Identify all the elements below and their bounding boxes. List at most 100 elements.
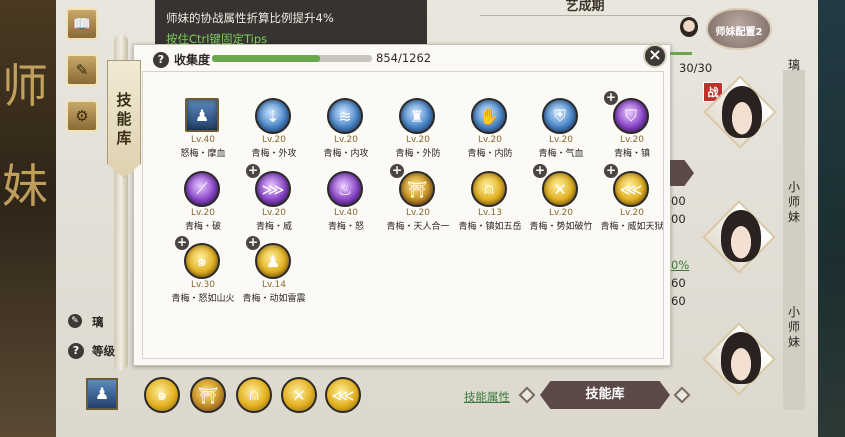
stat-fragment-c: 0% — [671, 258, 690, 272]
companion-count: 30/30 — [679, 61, 713, 75]
level-help-icon[interactable]: ? — [68, 343, 84, 359]
mini-avatar — [680, 17, 698, 37]
claw-gold-icon: ⋘ — [613, 171, 649, 207]
skill-name: 青梅・威如天狱 — [600, 222, 664, 232]
equipped-skill-slot[interactable]: ⍝ — [236, 377, 272, 413]
skill-slot[interactable]: ⋘ Lv.20 青梅・威如天狱 + — [594, 164, 670, 233]
companion-portrait-2 — [721, 332, 761, 384]
shield-icon: ⛉ — [613, 98, 649, 134]
companion-portrait-1 — [721, 210, 761, 262]
spears-icon: ✕ — [542, 171, 578, 207]
equipped-skill-slot[interactable]: ✕ — [281, 377, 317, 413]
spears-icon: ✕ — [292, 385, 306, 405]
skill-menu-button[interactable]: ✎ — [66, 54, 98, 86]
calligraphy-char-2: 妹 — [2, 159, 48, 213]
upgrade-plus-icon[interactable]: + — [246, 236, 260, 250]
close-button[interactable]: × — [643, 44, 667, 68]
skill-slot[interactable]: ⍝ Lv.13 青梅・镇如五岳 — [452, 171, 528, 232]
skill-slot[interactable]: ⛉ Lv.20 青梅・镇 + — [594, 91, 670, 159]
skill-slot[interactable]: ⟋ Lv.20 青梅・破 — [165, 171, 241, 232]
skill-name: 青梅・镇 — [613, 149, 650, 159]
gate-icon: ⛩ — [197, 385, 219, 405]
upgrade-plus-icon[interactable]: + — [604, 164, 618, 178]
wave-icon: ≋ — [327, 98, 363, 134]
skill-level: Lv.20 — [549, 135, 573, 145]
skill-level: Lv.13 — [478, 208, 502, 218]
skill-level: Lv.20 — [262, 135, 286, 145]
collection-value: 854/1262 — [376, 51, 432, 65]
claw-gold-icon: ⋘ — [331, 385, 355, 405]
collection-progress-fill — [212, 55, 321, 62]
companion-name-2: 小师妹 — [787, 305, 800, 349]
skill-slot[interactable]: ♜ Lv.20 青梅・外防 — [380, 98, 456, 159]
left-calligraphy-art: 师 妹 — [0, 0, 56, 437]
gate-icon: ⛩ — [399, 171, 435, 207]
skill-slot[interactable]: ♟ Lv.14 青梅・动如雷震 + — [236, 236, 312, 305]
collection-help-icon[interactable]: ? — [153, 52, 169, 68]
upgrade-plus-icon[interactable]: + — [175, 236, 189, 250]
skill-slot[interactable]: ✕ Lv.20 青梅・势如破竹 + — [523, 164, 599, 233]
upgrade-plus-icon[interactable]: + — [246, 164, 260, 178]
portrait-skill-icon: ♟ — [185, 98, 219, 132]
upgrade-plus-icon[interactable]: + — [390, 164, 404, 178]
skill-level: Lv.20 — [549, 208, 573, 218]
companion-portrait-active — [722, 86, 762, 138]
skill-slot[interactable]: ✋ Lv.20 青梅・内防 — [452, 98, 528, 159]
portrait-skill-icon: ♟ — [94, 384, 110, 403]
skill-library-button[interactable]: 技能库 — [540, 381, 670, 409]
fire-swirl-icon: ๑ — [184, 243, 220, 279]
skill-slot[interactable]: ⋙ Lv.20 青梅・威 + — [236, 164, 312, 232]
stage-title: 艺成期 — [480, 0, 690, 16]
skill-slot[interactable]: ♨ Lv.40 青梅・怒 — [308, 171, 384, 232]
fire-swirl-icon: ๑ — [156, 384, 168, 404]
hand-icon: ✋ — [471, 98, 507, 134]
skill-level: Lv.20 — [191, 208, 215, 218]
active-companion-name: 璃 — [787, 58, 800, 72]
skill-slot[interactable]: ⇣ Lv.20 青梅・外攻 — [236, 98, 312, 159]
skill-level: Lv.20 — [262, 208, 286, 218]
roster-scroll-bar[interactable] — [783, 70, 805, 410]
skill-slot[interactable]: ⛨ Lv.20 青梅・气血 — [523, 98, 599, 159]
calligraphy-char-1: 师 — [2, 59, 48, 113]
companion-name-1: 小师妹 — [787, 180, 800, 224]
bell-icon: ⍝ — [249, 385, 259, 404]
collection-label: 收集度 — [174, 53, 211, 67]
skill-slot[interactable]: ๑ Lv.30 青梅・怒如山火 + — [165, 236, 241, 305]
flame-icon: ♨ — [327, 171, 363, 207]
skill-library-tab-label: 技能库 — [116, 91, 132, 147]
gear-icon: ⚙ — [75, 107, 89, 125]
equipped-skill-slot[interactable]: ⛩ — [190, 377, 226, 413]
name-fragment: 璃 — [92, 315, 104, 329]
pen-icon: ✎ — [68, 314, 82, 328]
upgrade-plus-icon[interactable]: + — [604, 91, 618, 105]
equipped-skill-slot[interactable]: ๑ — [144, 377, 180, 413]
skill-level: Lv.20 — [478, 135, 502, 145]
bottom-portrait-slot[interactable]: ♟ — [86, 378, 118, 410]
skill-level: Lv.40 — [334, 208, 358, 218]
claw-icon: ⋙ — [255, 171, 291, 207]
skill-level: Lv.14 — [262, 280, 286, 290]
skill-attributes-link[interactable]: 技能属性 — [464, 389, 510, 405]
companion-config-badge[interactable]: 师妹配置2 — [706, 8, 772, 50]
skill-level: Lv.20 — [620, 208, 644, 218]
book-icon: 📖 — [72, 15, 92, 33]
skill-level: Lv.30 — [191, 280, 215, 290]
stat-fragment-d: 60 — [671, 276, 686, 290]
green-line-decor — [670, 52, 692, 55]
upgrade-plus-icon[interactable]: + — [533, 164, 547, 178]
runner-icon: ♟ — [255, 243, 291, 279]
right-edge-art — [818, 0, 845, 437]
tooltip-text: 师妹的协战属性折算比例提升4% — [166, 11, 334, 25]
equipped-skill-slot[interactable]: ⋘ — [325, 377, 361, 413]
skill-level: Lv.20 — [620, 135, 644, 145]
blade-icon: ⟋ — [184, 171, 220, 207]
stat-fragment-e: 60 — [671, 294, 686, 308]
settings-menu-button[interactable]: ⚙ — [66, 100, 98, 132]
skill-level: Lv.20 — [334, 135, 358, 145]
skill-slot[interactable]: ⛩ Lv.20 青梅・天人合一 + — [380, 164, 456, 233]
scroll-menu-button[interactable]: 📖 — [66, 8, 98, 40]
skill-library-tab[interactable]: 技能库 — [107, 60, 141, 178]
skill-slot[interactable]: ≋ Lv.20 青梅・内攻 — [308, 98, 384, 159]
mask-icon: ♜ — [399, 98, 435, 134]
skill-slot[interactable]: ♟ Lv.40 怒梅・摩血 — [165, 98, 241, 159]
